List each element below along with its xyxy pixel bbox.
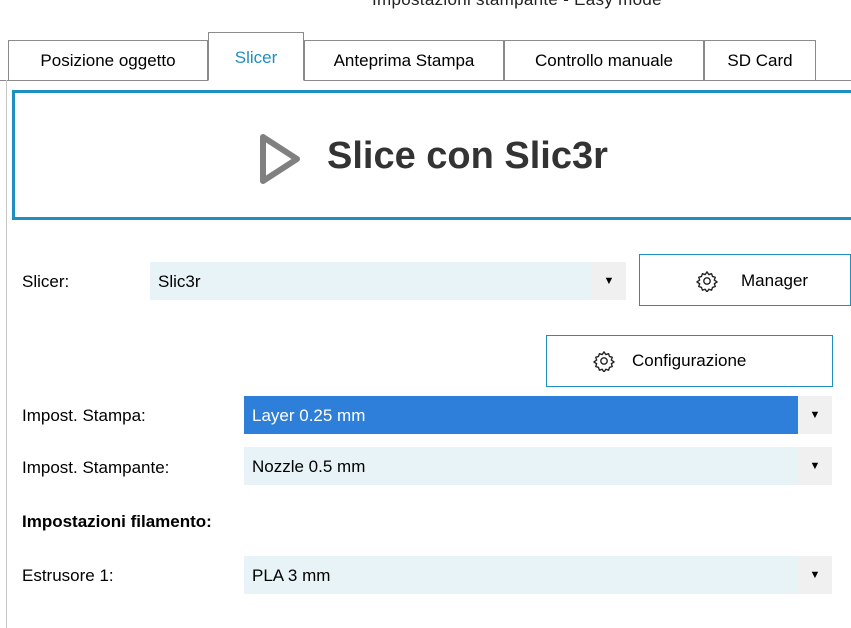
panel-left-border [6,80,7,628]
extruder-1-select[interactable]: PLA 3 mm ▼ [244,556,832,594]
window-title-bar: Impostazioni stampante - Easy mode [0,0,851,26]
print-settings-value: Layer 0.25 mm [252,406,366,425]
manager-button-label: Manager [741,271,809,290]
slicer-label: Slicer: [22,272,70,291]
extruder-1-label: Estrusore 1: [22,566,114,585]
slice-button[interactable]: Slice con Slic3r [12,90,851,220]
slicer-select-value: Slic3r [158,272,201,291]
slice-button-label: Slice con Slic3r [327,135,608,177]
tab-controllo-manuale[interactable]: Controllo manuale [504,40,704,80]
chevron-down-icon[interactable]: ▼ [798,447,832,485]
print-settings-label: Impost. Stampa: [22,406,146,425]
chevron-down-icon[interactable]: ▼ [798,556,832,594]
chevron-down-icon[interactable]: ▼ [798,396,832,434]
printer-settings-select[interactable]: Nozzle 0.5 mm ▼ [244,447,832,485]
tab-sd-card[interactable]: SD Card [704,40,816,80]
window-title: Impostazioni stampante - Easy mode [372,0,662,10]
tab-strip: Posizione oggetto Slicer Anteprima Stamp… [0,32,851,81]
filament-section-heading: Impostazioni filamento: [22,512,212,531]
gear-icon [696,271,718,292]
tab-slicer[interactable]: Slicer [208,32,304,81]
print-settings-select[interactable]: Layer 0.25 mm ▼ [244,396,832,434]
slicer-select[interactable]: Slic3r ▼ [150,262,626,300]
tab-divider [0,80,851,81]
configurazione-button[interactable]: Configurazione [546,335,833,387]
tab-anteprima-stampa[interactable]: Anteprima Stampa [304,40,504,80]
printer-settings-label: Impost. Stampante: [22,458,170,477]
extruder-1-value: PLA 3 mm [252,566,331,585]
gear-icon [593,351,615,372]
manager-button[interactable]: Manager [639,254,851,306]
play-icon [260,134,300,184]
chevron-down-icon[interactable]: ▼ [592,262,626,300]
configurazione-button-label: Configurazione [632,351,747,370]
printer-settings-value: Nozzle 0.5 mm [252,457,366,476]
tab-posizione-oggetto[interactable]: Posizione oggetto [8,40,208,80]
